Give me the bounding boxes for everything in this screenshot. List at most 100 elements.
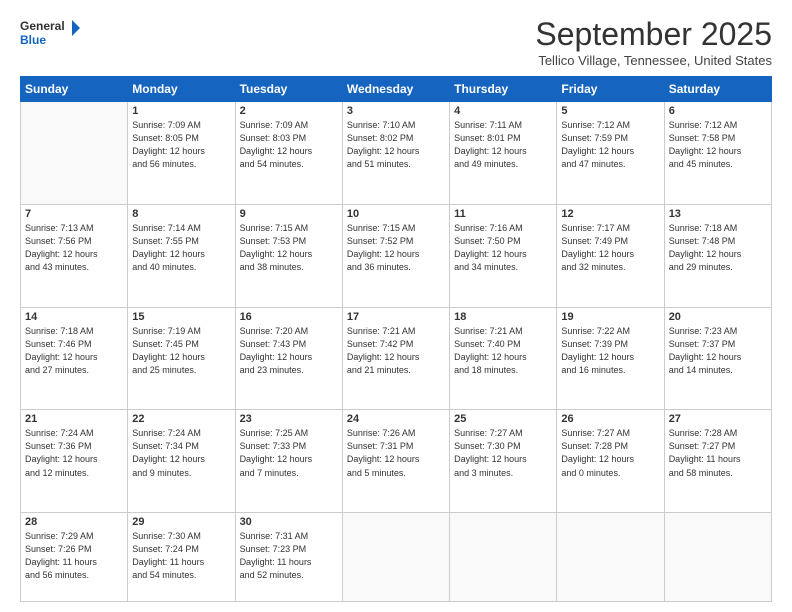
calendar-cell: [664, 513, 771, 602]
calendar-header-row: SundayMondayTuesdayWednesdayThursdayFrid…: [21, 77, 772, 102]
calendar-cell: 4 Sunrise: 7:11 AM Sunset: 8:01 PM Daylig…: [450, 102, 557, 205]
calendar-cell: 11 Sunrise: 7:16 AM Sunset: 7:50 PM Dayli…: [450, 204, 557, 307]
day-info: Sunrise: 7:16 AM Sunset: 7:50 PM Dayligh…: [454, 222, 552, 274]
calendar-cell: 3Sunrise: 7:10 AM Sunset: 8:02 PM Daylig…: [342, 102, 449, 205]
weekday-header: Thursday: [450, 77, 557, 102]
day-number: 6: [669, 105, 767, 117]
day-info: Sunrise: 7:12 AM Sunset: 7:59 PM Dayligh…: [561, 119, 659, 171]
day-info: Sunrise: 7:15 AM Sunset: 7:52 PM Dayligh…: [347, 222, 445, 274]
calendar-cell: 17 Sunrise: 7:21 AM Sunset: 7:42 PM Dayli…: [342, 307, 449, 410]
day-info: Sunrise: 7:25 AM Sunset: 7:33 PM Dayligh…: [240, 427, 338, 479]
calendar-week-row: 1 Sunrise: 7:09 AM Sunset: 8:05 PM Daylig…: [21, 102, 772, 205]
day-info: Sunrise: 7:17 AM Sunset: 7:49 PM Dayligh…: [561, 222, 659, 274]
day-info: Sunrise: 7:26 AM Sunset: 7:31 PM Dayligh…: [347, 427, 445, 479]
day-info: Sunrise: 7:24 AM Sunset: 7:36 PM Dayligh…: [25, 427, 123, 479]
calendar-cell: 26 Sunrise: 7:27 AM Sunset: 7:28 PM Dayli…: [557, 410, 664, 513]
day-number: 16: [240, 311, 338, 323]
day-number: 11: [454, 208, 552, 220]
calendar-cell: 23 Sunrise: 7:25 AM Sunset: 7:33 PM Dayli…: [235, 410, 342, 513]
day-number: 20: [669, 311, 767, 323]
calendar-cell: 7 Sunrise: 7:13 AM Sunset: 7:56 PM Daylig…: [21, 204, 128, 307]
calendar-cell: 21Sunrise: 7:24 AM Sunset: 7:36 PM Dayli…: [21, 410, 128, 513]
calendar-cell: 27 Sunrise: 7:28 AM Sunset: 7:27 PM Dayli…: [664, 410, 771, 513]
day-info: Sunrise: 7:13 AM Sunset: 7:56 PM Dayligh…: [25, 222, 123, 274]
day-info: Sunrise: 7:11 AM Sunset: 8:01 PM Dayligh…: [454, 119, 552, 171]
calendar-week-row: 21Sunrise: 7:24 AM Sunset: 7:36 PM Dayli…: [21, 410, 772, 513]
calendar-week-row: 28Sunrise: 7:29 AM Sunset: 7:26 PM Dayli…: [21, 513, 772, 602]
day-info: Sunrise: 7:21 AM Sunset: 7:42 PM Dayligh…: [347, 325, 445, 377]
day-info: Sunrise: 7:18 AM Sunset: 7:48 PM Dayligh…: [669, 222, 767, 274]
calendar-cell: 9 Sunrise: 7:15 AM Sunset: 7:53 PM Daylig…: [235, 204, 342, 307]
day-number: 4: [454, 105, 552, 117]
calendar-cell: 20Sunrise: 7:23 AM Sunset: 7:37 PM Dayli…: [664, 307, 771, 410]
day-number: 14: [25, 311, 123, 323]
calendar-cell: 18Sunrise: 7:21 AM Sunset: 7:40 PM Dayli…: [450, 307, 557, 410]
day-info: Sunrise: 7:18 AM Sunset: 7:46 PM Dayligh…: [25, 325, 123, 377]
day-number: 5: [561, 105, 659, 117]
day-number: 12: [561, 208, 659, 220]
day-number: 22: [132, 413, 230, 425]
day-number: 19: [561, 311, 659, 323]
calendar-cell: [21, 102, 128, 205]
calendar-cell: 12 Sunrise: 7:17 AM Sunset: 7:49 PM Dayli…: [557, 204, 664, 307]
weekday-header: Monday: [128, 77, 235, 102]
day-info: Sunrise: 7:27 AM Sunset: 7:28 PM Dayligh…: [561, 427, 659, 479]
day-number: 25: [454, 413, 552, 425]
calendar-cell: 22 Sunrise: 7:24 AM Sunset: 7:34 PM Dayli…: [128, 410, 235, 513]
day-info: Sunrise: 7:21 AM Sunset: 7:40 PM Dayligh…: [454, 325, 552, 377]
day-info: Sunrise: 7:29 AM Sunset: 7:26 PM Dayligh…: [25, 530, 123, 582]
day-info: Sunrise: 7:09 AM Sunset: 8:03 PM Dayligh…: [240, 119, 338, 171]
day-number: 13: [669, 208, 767, 220]
page: General Blue September 2025 Tellico Vill…: [0, 0, 792, 612]
day-info: Sunrise: 7:28 AM Sunset: 7:27 PM Dayligh…: [669, 427, 767, 479]
logo: General Blue: [20, 16, 80, 52]
calendar-cell: [557, 513, 664, 602]
calendar-cell: 25Sunrise: 7:27 AM Sunset: 7:30 PM Dayli…: [450, 410, 557, 513]
calendar-cell: 19 Sunrise: 7:22 AM Sunset: 7:39 PM Dayli…: [557, 307, 664, 410]
calendar-cell: 14 Sunrise: 7:18 AM Sunset: 7:46 PM Dayli…: [21, 307, 128, 410]
weekday-header: Tuesday: [235, 77, 342, 102]
day-info: Sunrise: 7:22 AM Sunset: 7:39 PM Dayligh…: [561, 325, 659, 377]
calendar-cell: 13 Sunrise: 7:18 AM Sunset: 7:48 PM Dayli…: [664, 204, 771, 307]
weekday-header: Friday: [557, 77, 664, 102]
calendar-cell: 16 Sunrise: 7:20 AM Sunset: 7:43 PM Dayli…: [235, 307, 342, 410]
day-info: Sunrise: 7:19 AM Sunset: 7:45 PM Dayligh…: [132, 325, 230, 377]
day-number: 15: [132, 311, 230, 323]
svg-text:Blue: Blue: [20, 33, 46, 47]
svg-text:General: General: [20, 19, 65, 33]
day-info: Sunrise: 7:20 AM Sunset: 7:43 PM Dayligh…: [240, 325, 338, 377]
weekday-header: Saturday: [664, 77, 771, 102]
calendar-cell: [450, 513, 557, 602]
calendar-cell: 28Sunrise: 7:29 AM Sunset: 7:26 PM Dayli…: [21, 513, 128, 602]
calendar-cell: 29Sunrise: 7:30 AM Sunset: 7:24 PM Dayli…: [128, 513, 235, 602]
day-number: 7: [25, 208, 123, 220]
day-number: 23: [240, 413, 338, 425]
calendar-cell: 30 Sunrise: 7:31 AM Sunset: 7:23 PM Dayli…: [235, 513, 342, 602]
calendar-week-row: 14 Sunrise: 7:18 AM Sunset: 7:46 PM Dayli…: [21, 307, 772, 410]
calendar-cell: 8Sunrise: 7:14 AM Sunset: 7:55 PM Daylig…: [128, 204, 235, 307]
day-info: Sunrise: 7:31 AM Sunset: 7:23 PM Dayligh…: [240, 530, 338, 582]
day-number: 9: [240, 208, 338, 220]
day-number: 26: [561, 413, 659, 425]
day-number: 30: [240, 516, 338, 528]
calendar-cell: 5 Sunrise: 7:12 AM Sunset: 7:59 PM Daylig…: [557, 102, 664, 205]
day-number: 17: [347, 311, 445, 323]
weekday-header: Wednesday: [342, 77, 449, 102]
calendar-cell: 10Sunrise: 7:15 AM Sunset: 7:52 PM Dayli…: [342, 204, 449, 307]
calendar-cell: 6Sunrise: 7:12 AM Sunset: 7:58 PM Daylig…: [664, 102, 771, 205]
day-info: Sunrise: 7:10 AM Sunset: 8:02 PM Dayligh…: [347, 119, 445, 171]
day-info: Sunrise: 7:30 AM Sunset: 7:24 PM Dayligh…: [132, 530, 230, 582]
day-number: 1: [132, 105, 230, 117]
logo-svg: General Blue: [20, 16, 80, 52]
calendar-cell: [342, 513, 449, 602]
calendar-cell: 1 Sunrise: 7:09 AM Sunset: 8:05 PM Daylig…: [128, 102, 235, 205]
calendar-week-row: 7 Sunrise: 7:13 AM Sunset: 7:56 PM Daylig…: [21, 204, 772, 307]
weekday-header: Sunday: [21, 77, 128, 102]
day-info: Sunrise: 7:15 AM Sunset: 7:53 PM Dayligh…: [240, 222, 338, 274]
day-number: 27: [669, 413, 767, 425]
day-number: 2: [240, 105, 338, 117]
day-info: Sunrise: 7:09 AM Sunset: 8:05 PM Dayligh…: [132, 119, 230, 171]
calendar-cell: 24 Sunrise: 7:26 AM Sunset: 7:31 PM Dayli…: [342, 410, 449, 513]
day-info: Sunrise: 7:24 AM Sunset: 7:34 PM Dayligh…: [132, 427, 230, 479]
day-number: 24: [347, 413, 445, 425]
